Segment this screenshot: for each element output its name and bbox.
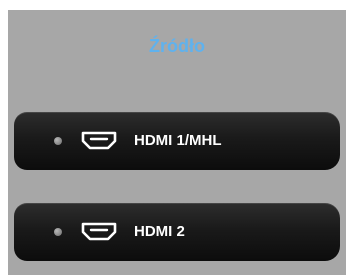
source-button-hdmi1-mhl[interactable]: HDMI 1/MHL xyxy=(14,112,340,170)
hdmi-port-icon xyxy=(81,131,117,150)
source-label: HDMI 2 xyxy=(134,223,185,240)
source-button-hdmi2[interactable]: HDMI 2 xyxy=(14,203,340,261)
source-label: HDMI 1/MHL xyxy=(134,132,222,149)
status-indicator-icon xyxy=(54,228,62,236)
menu-title: Źródło xyxy=(149,36,205,56)
hdmi-port-icon xyxy=(81,222,117,241)
status-indicator-icon xyxy=(54,137,62,145)
